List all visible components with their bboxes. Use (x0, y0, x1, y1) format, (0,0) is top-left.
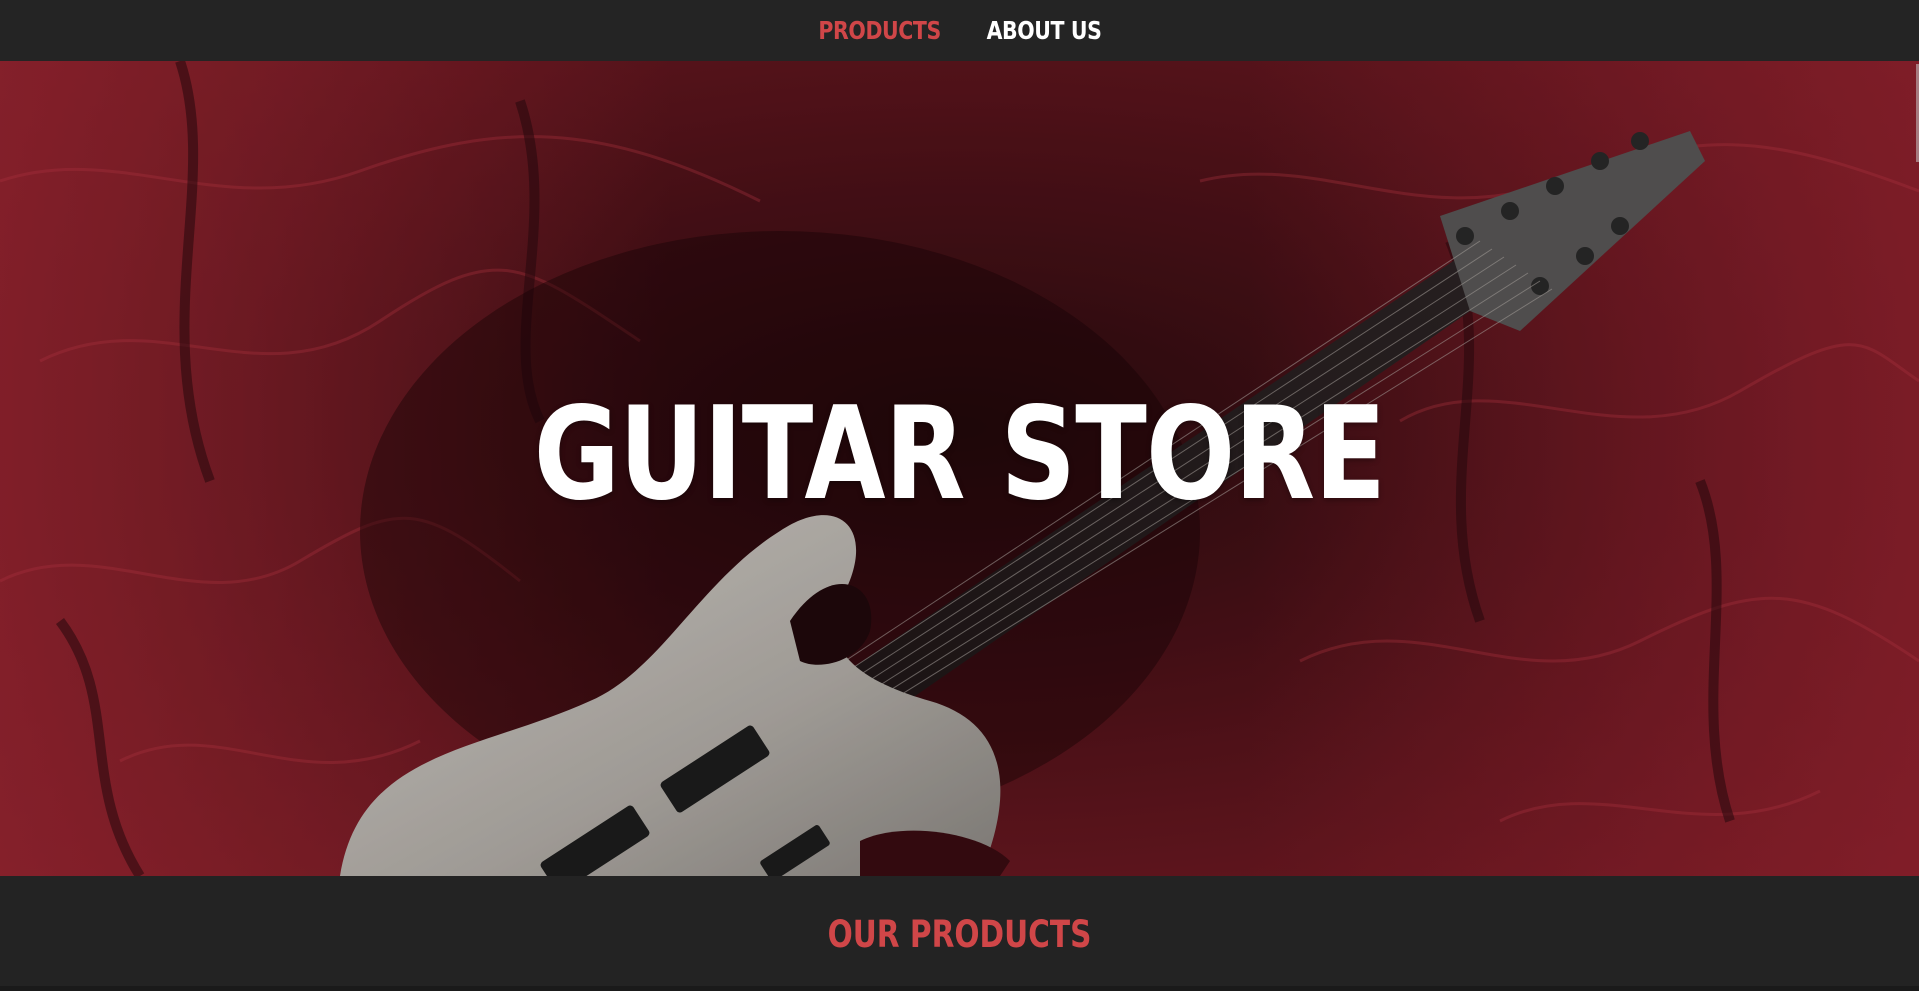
products-section-title: OUR PRODUCTS (827, 913, 1092, 956)
top-navigation: PRODUCTS ABOUT US (0, 0, 1919, 61)
nav-link-about-us[interactable]: ABOUT US (987, 16, 1102, 45)
section-divider (0, 986, 1919, 991)
hero-title: GUITAR STORE (533, 380, 1386, 529)
hero-banner: GUITAR STORE (0, 61, 1919, 876)
nav-link-products[interactable]: PRODUCTS (818, 16, 941, 45)
products-section: OUR PRODUCTS (0, 876, 1919, 991)
